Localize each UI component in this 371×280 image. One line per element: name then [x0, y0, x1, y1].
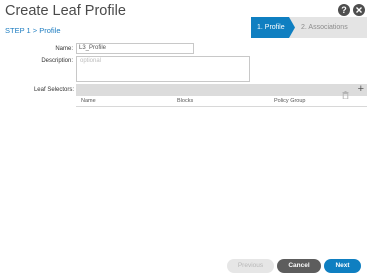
- name-input[interactable]: L3_Profile: [76, 43, 194, 54]
- cancel-button[interactable]: Cancel: [277, 259, 321, 273]
- help-icon[interactable]: ?: [338, 4, 350, 16]
- dialog-title: Create Leaf Profile: [5, 3, 126, 19]
- step-breadcrumb: STEP 1 > Profile: [5, 26, 61, 35]
- close-icon[interactable]: [353, 4, 365, 16]
- column-header-blocks[interactable]: Blocks: [177, 98, 193, 104]
- leaf-selectors-label: Leaf Selectors:: [33, 87, 74, 93]
- wizard-step-associations[interactable]: 2. Associations: [301, 24, 348, 31]
- create-leaf-profile-dialog: Create Leaf Profile ? STEP 1 > Profile 1…: [0, 0, 371, 280]
- next-button[interactable]: Next: [324, 259, 361, 273]
- leaf-selectors-toolbar: +: [76, 83, 367, 100]
- wizard-steps: 1. Profile 2. Associations: [251, 17, 367, 38]
- name-label: Name:: [55, 46, 73, 52]
- header-icons: ?: [338, 4, 365, 16]
- leaf-selectors-table-header: Name Blocks Policy Group: [76, 96, 367, 107]
- column-header-name[interactable]: Name: [81, 98, 96, 104]
- column-header-policy-group[interactable]: Policy Group: [274, 98, 306, 104]
- previous-button[interactable]: Previous: [227, 259, 274, 273]
- description-input[interactable]: optional: [76, 56, 250, 82]
- plus-icon[interactable]: +: [358, 83, 364, 95]
- wizard-step-profile[interactable]: 1. Profile: [257, 24, 285, 31]
- description-label: Description:: [41, 58, 73, 64]
